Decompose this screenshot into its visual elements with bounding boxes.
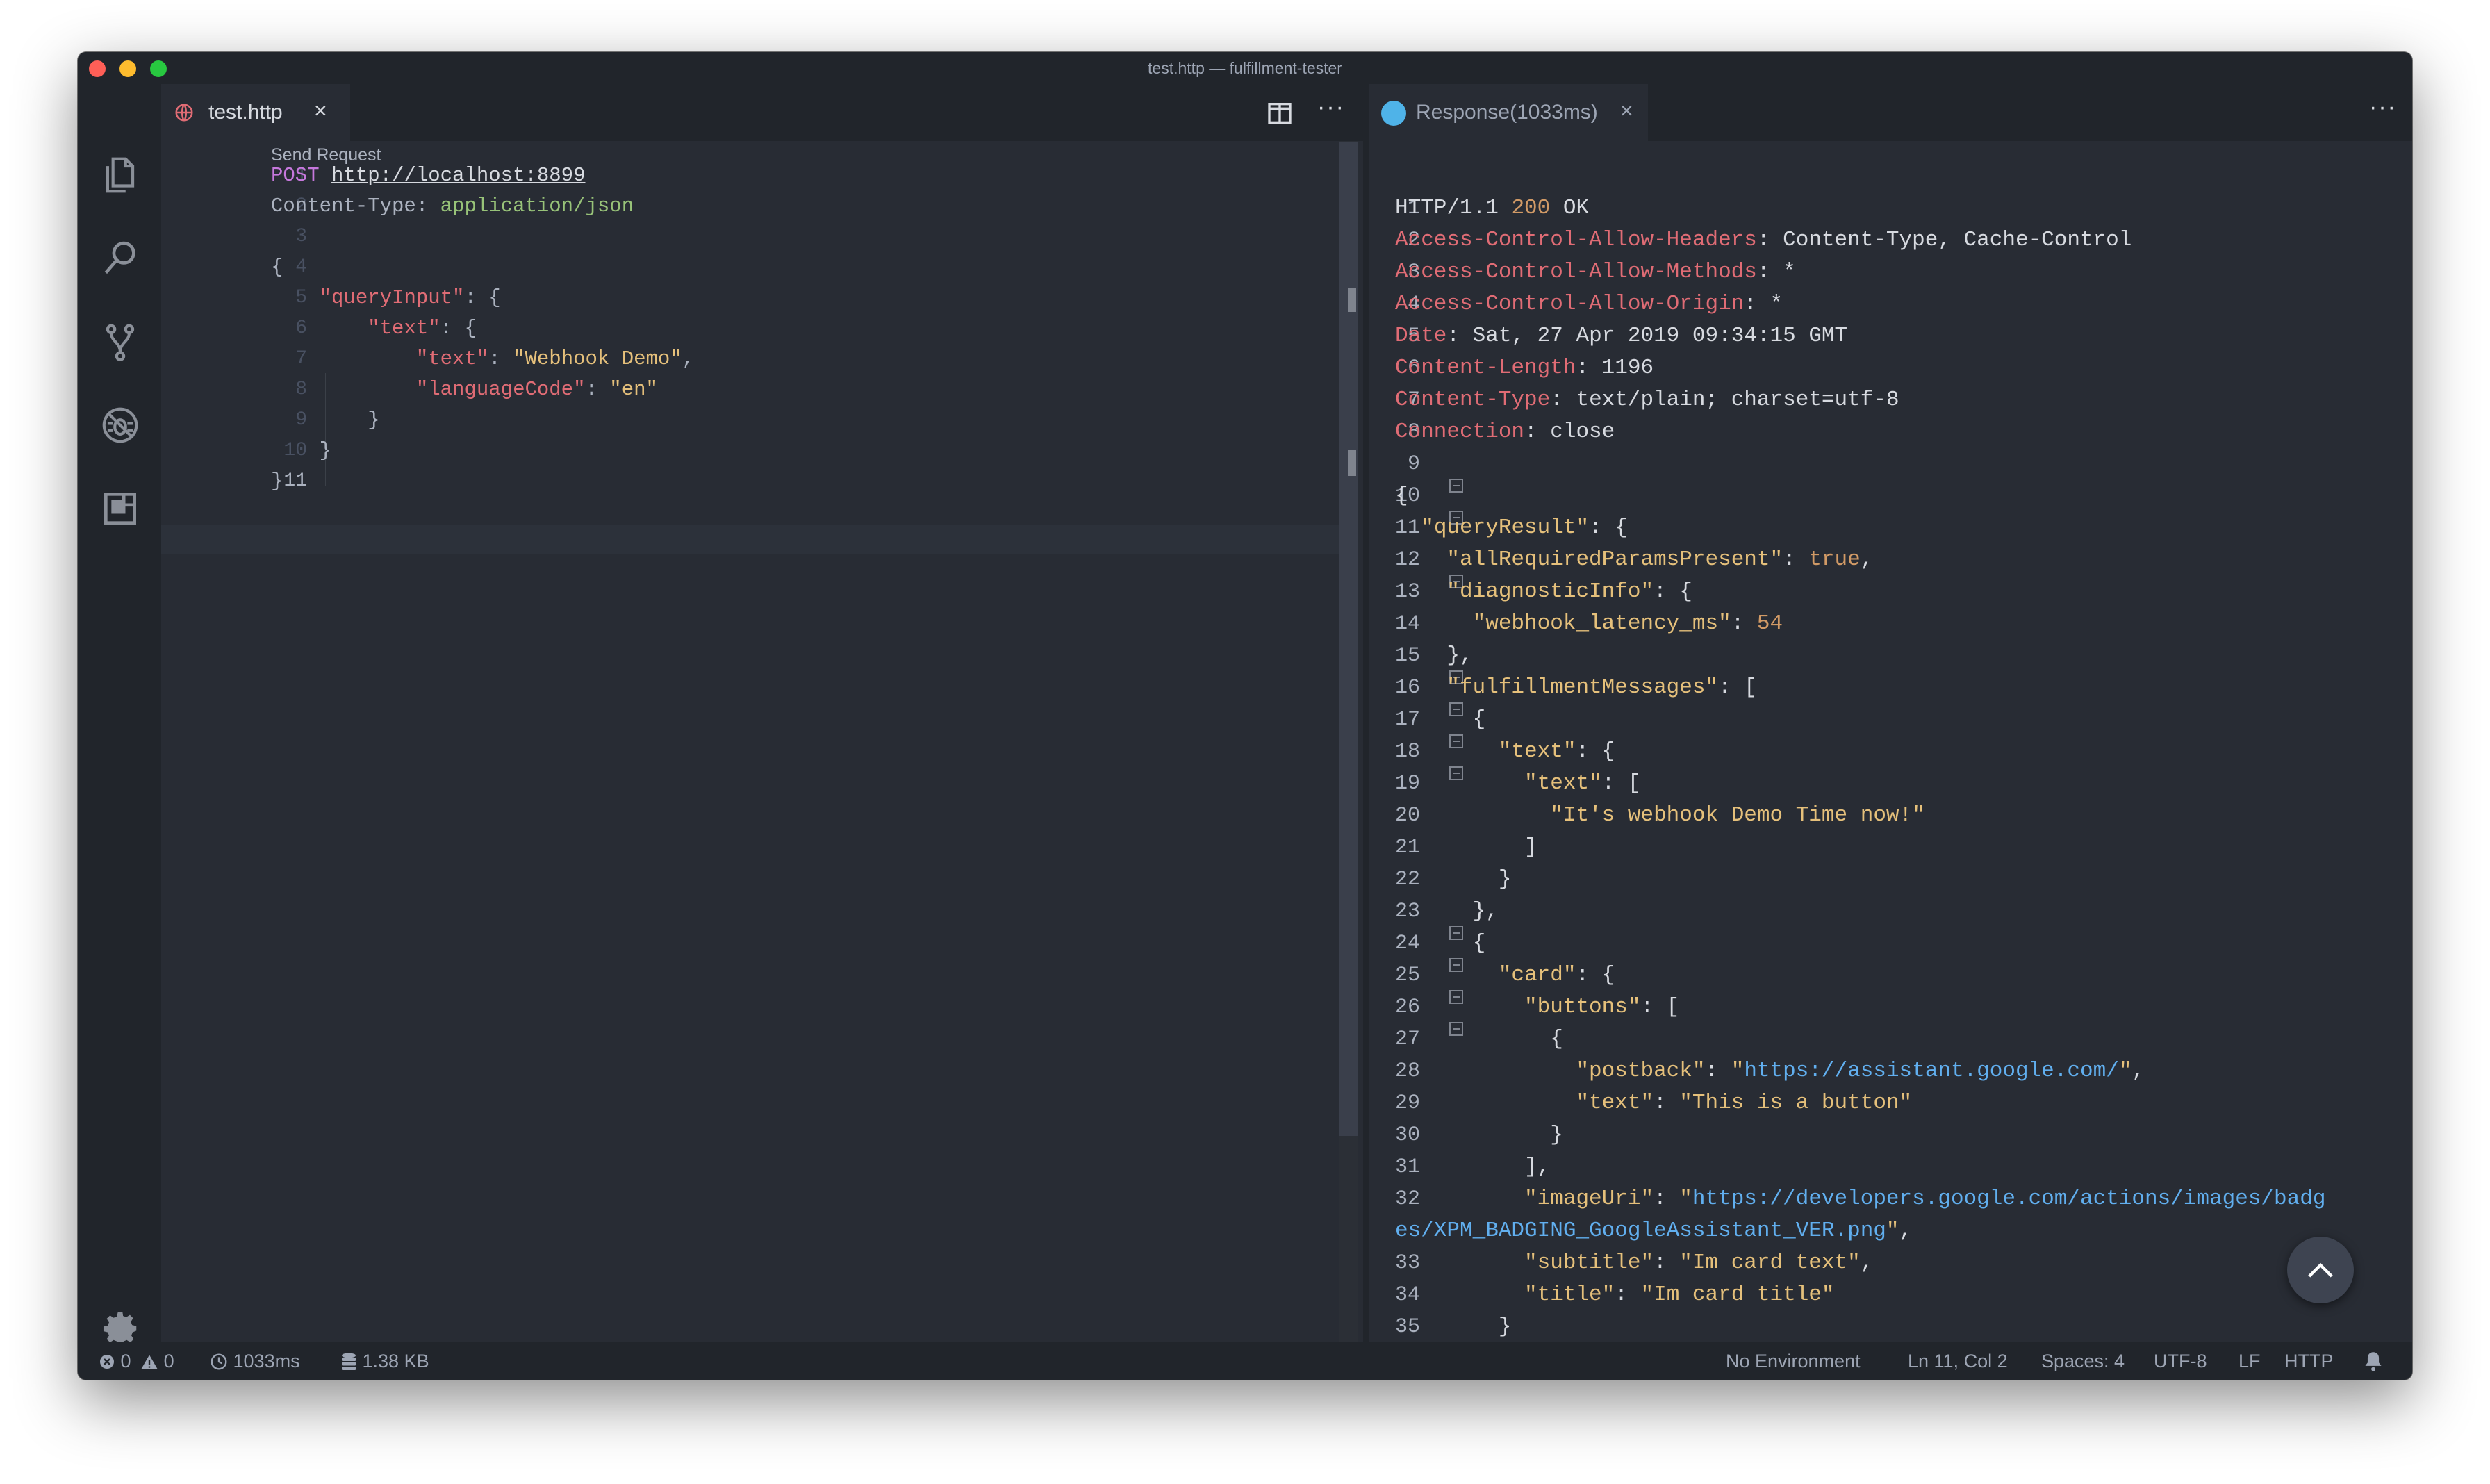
activity-bar (78, 84, 161, 1346)
error-icon (100, 1355, 114, 1369)
response-code[interactable]: HTTP/1.1 200 OK Access-Control-Allow-Hea… (1395, 192, 2396, 1342)
left-tab-bar: test.http × ··· (161, 84, 1369, 141)
scroll-marker (1348, 288, 1356, 312)
active-line-highlight (161, 525, 1358, 554)
close-tab-button[interactable]: × (314, 98, 327, 124)
extensions-icon[interactable] (99, 487, 142, 530)
window-title: test.http — fulfillment-tester (1148, 59, 1342, 77)
debug-icon[interactable] (99, 404, 142, 447)
tab-response[interactable]: Response(1033ms) × (1369, 84, 1648, 141)
tab-test-http[interactable]: test.http × (161, 84, 350, 141)
postback-url-link[interactable]: https://assistant.google.com/ (1744, 1059, 2119, 1083)
indentation-setting[interactable]: Spaces: 4 (2041, 1351, 2125, 1372)
tab-label: Response(1033ms) (1416, 101, 1598, 124)
encoding-setting[interactable]: UTF-8 (2154, 1351, 2207, 1372)
close-tab-button[interactable]: × (1620, 98, 1633, 124)
request-url-link[interactable]: http://localhost:8899 (331, 164, 585, 187)
globe-icon (175, 104, 193, 122)
image-uri-link[interactable]: https://developers.google.com/actions/im… (1692, 1187, 2326, 1211)
language-mode[interactable]: HTTP (2284, 1351, 2334, 1372)
status-bar: 0 0 1033ms 1.38 KB No Environment Ln 11,… (78, 1342, 2412, 1380)
right-tab-bar: Response(1033ms) × ··· (1369, 84, 2412, 141)
bell-icon[interactable] (2364, 1351, 2383, 1376)
response-size: 1.38 KB (340, 1351, 429, 1372)
scroll-to-top-button[interactable] (2287, 1237, 2354, 1303)
chevron-up-icon (2308, 1262, 2333, 1278)
close-window-button[interactable] (89, 60, 106, 77)
search-icon[interactable] (99, 237, 142, 280)
minimize-window-button[interactable] (119, 60, 136, 77)
more-actions-icon[interactable]: ··· (2369, 94, 2397, 121)
response-time: 1033ms (210, 1351, 300, 1372)
files-icon[interactable] (99, 154, 142, 197)
cursor-position[interactable]: Ln 11, Col 2 (1908, 1351, 2008, 1372)
clock-icon (211, 1353, 227, 1370)
split-editor-icon[interactable] (1266, 99, 1294, 127)
eol-setting[interactable]: LF (2238, 1351, 2261, 1372)
database-icon (342, 1353, 356, 1370)
source-control-icon[interactable] (99, 320, 142, 363)
warning-icon (141, 1355, 158, 1369)
more-actions-icon[interactable]: ··· (1317, 94, 1345, 121)
app-window: test.http — fulfillment-tester test.http… (78, 52, 2412, 1380)
response-icon (1381, 101, 1406, 126)
problems-indicator[interactable]: 0 0 (99, 1351, 174, 1372)
maximize-window-button[interactable] (150, 60, 167, 77)
title-bar: test.http — fulfillment-tester (78, 52, 2412, 84)
environment-selector[interactable]: No Environment (1726, 1351, 1861, 1372)
scroll-marker (1348, 450, 1356, 476)
tab-label: test.http (208, 101, 283, 124)
